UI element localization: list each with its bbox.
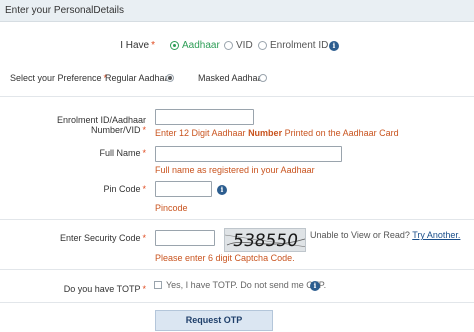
pin-info-icon[interactable]: i: [217, 185, 227, 195]
captcha-image: 538550: [224, 228, 306, 252]
divider: [0, 219, 474, 220]
divider: [0, 269, 474, 270]
radio-vid[interactable]: [224, 41, 233, 50]
id-type-label: I Have *: [120, 40, 155, 51]
try-another-link[interactable]: Try Another.: [412, 230, 460, 240]
totp-checkbox[interactable]: [154, 281, 162, 289]
security-code-hint: Please enter 6 digit Captcha Code.: [155, 253, 295, 263]
section-header: Enter your PersonalDetails: [0, 0, 474, 22]
pin-code-hint: Pincode: [155, 203, 188, 213]
security-code-label: Enter Security Code *: [59, 233, 146, 243]
radio-enrolment-id-label[interactable]: Enrolment ID: [270, 40, 328, 51]
enrolment-label: Enrolment ID/Aadhaar Number/VID *: [56, 115, 146, 135]
totp-label: Do you have TOTP *: [63, 284, 146, 294]
full-name-label: Full Name *: [99, 148, 146, 158]
pin-code-label: Pin Code *: [103, 184, 146, 194]
radio-aadhaar-label[interactable]: Aadhaar: [182, 40, 220, 51]
radio-masked-aadhaar-label[interactable]: Masked Aadhaar: [198, 73, 266, 83]
full-name-hint: Full name as registered in your Aadhaar: [155, 165, 315, 175]
radio-masked-aadhaar[interactable]: [259, 74, 267, 82]
radio-enrolment-id[interactable]: [258, 41, 267, 50]
totp-info-icon[interactable]: i: [310, 281, 320, 291]
full-name-input[interactable]: [155, 146, 342, 162]
radio-aadhaar[interactable]: [170, 41, 179, 50]
captcha-text: 538550: [231, 231, 300, 251]
id-type-row: I Have * Aadhaar VID Enrolment ID i: [0, 38, 474, 56]
request-otp-button[interactable]: Request OTP: [155, 310, 273, 331]
preference-label: Select your Preference *: [10, 73, 108, 83]
divider: [0, 302, 474, 303]
enrolment-hint: Enter 12 Digit Aadhaar Number Printed on…: [155, 128, 399, 138]
preference-row: Select your Preference * Regular Aadhaar …: [0, 72, 474, 86]
enrolment-input[interactable]: [155, 109, 254, 125]
radio-regular-aadhaar[interactable]: [166, 74, 174, 82]
pin-code-input[interactable]: [155, 181, 212, 197]
radio-regular-aadhaar-label[interactable]: Regular Aadhaar: [105, 73, 173, 83]
divider: [0, 96, 474, 97]
captcha-help: Unable to View or Read? Try Another.: [310, 230, 461, 240]
totp-checkbox-label[interactable]: Yes, I have TOTP. Do not send me OTP.: [166, 280, 326, 290]
info-icon[interactable]: i: [329, 41, 339, 51]
security-code-input[interactable]: [155, 230, 215, 246]
radio-vid-label[interactable]: VID: [236, 40, 253, 51]
section-title: Enter your PersonalDetails: [5, 5, 124, 16]
